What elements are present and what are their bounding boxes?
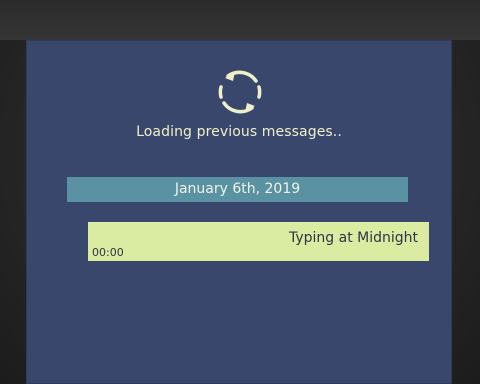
- message-text: Typing at Midnight: [288, 230, 418, 246]
- date-separator: January 6th, 2019: [67, 177, 408, 202]
- message-timestamp: 00:00: [92, 246, 124, 259]
- device-bezel-top: [0, 0, 480, 40]
- refresh-icon: [218, 70, 262, 114]
- chat-screen: Loading previous messages.. January 6th,…: [26, 40, 452, 384]
- loading-text: Loading previous messages..: [136, 124, 342, 140]
- chat-message[interactable]: Typing at Midnight 00:00: [88, 222, 429, 261]
- loading-spinner: [215, 66, 265, 118]
